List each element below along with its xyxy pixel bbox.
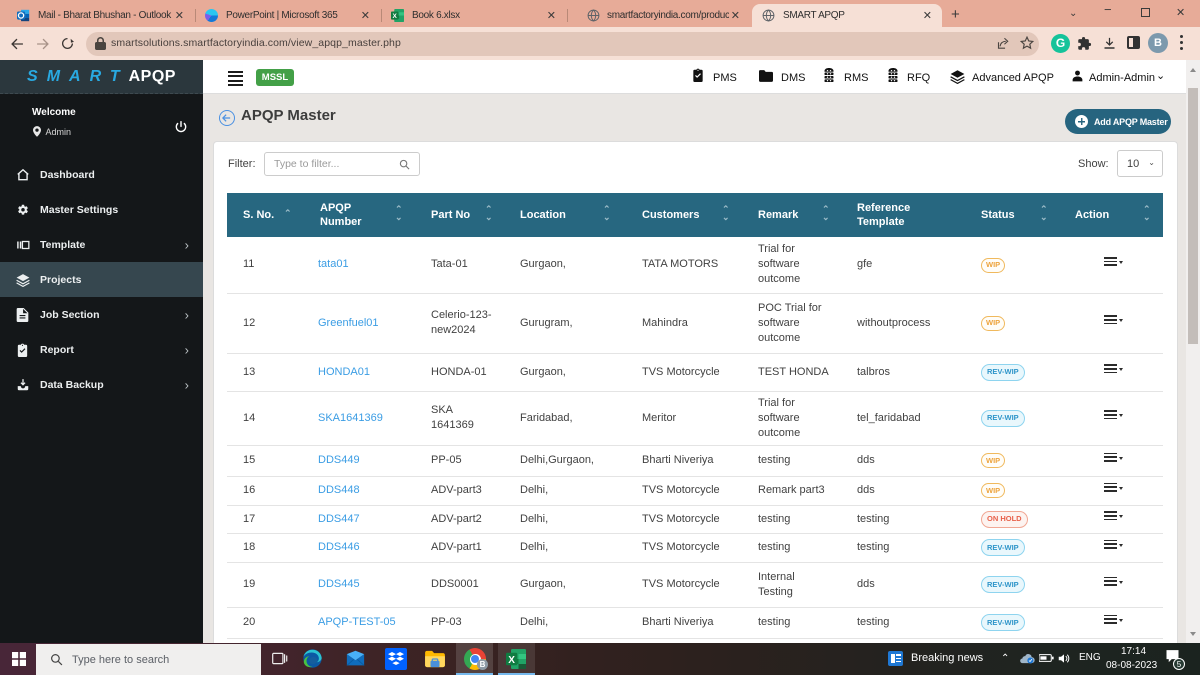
svg-text:X: X — [392, 13, 397, 20]
svg-text:X: X — [508, 655, 515, 666]
